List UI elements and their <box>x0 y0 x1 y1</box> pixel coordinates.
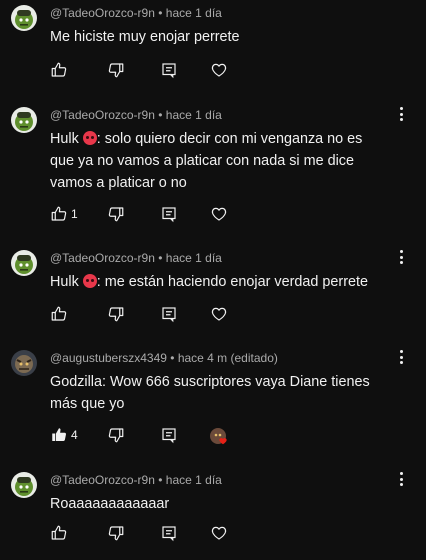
comment-author[interactable]: @augustuberszx4349 <box>50 351 167 365</box>
heart-button[interactable] <box>210 305 230 325</box>
like-count: 4 <box>71 428 78 442</box>
comment-text: Roaaaaaaaaaaaar <box>50 493 390 515</box>
comment-actions: 1 <box>50 205 410 225</box>
thumbs-up-icon <box>50 305 70 323</box>
thumbs-down-icon <box>107 426 127 444</box>
comment-text-content: : solo quiero decir con mi venganza no e… <box>50 131 363 191</box>
comment-text: Godzilla: Wow 666 suscriptores vaya Dian… <box>50 371 390 415</box>
reply-icon <box>160 426 180 444</box>
author-avatar[interactable] <box>11 107 37 133</box>
author-avatar[interactable] <box>11 472 37 498</box>
comment-text: Me hiciste muy enojar perrete <box>50 26 390 48</box>
comment-text-prefix: Hulk <box>50 274 83 290</box>
dislike-button[interactable] <box>107 205 127 225</box>
comment-actions: 4 <box>50 426 410 446</box>
like-button[interactable]: 4 <box>50 426 78 446</box>
creator-heart-icon[interactable] <box>208 426 230 448</box>
reply-icon <box>160 61 180 79</box>
comment-menu-button[interactable] <box>396 105 406 123</box>
author-avatar[interactable] <box>11 5 37 31</box>
comment-author[interactable]: @TadeoOrozco-r9n <box>50 108 155 122</box>
reply-button[interactable] <box>160 426 180 446</box>
comment-menu-button[interactable] <box>396 248 406 266</box>
thumbs-down-icon <box>107 524 127 542</box>
comment-meta: @TadeoOrozco-r9n • hace 1 día <box>50 251 222 265</box>
comment-meta: @augustuberszx4349 • hace 4 m (editado) <box>50 351 278 365</box>
author-avatar[interactable] <box>11 350 37 376</box>
thumbs-up-icon <box>50 524 70 542</box>
thumbs-down-icon <box>107 61 127 79</box>
comment-actions <box>50 305 410 325</box>
comment-text-content: Roaaaaaaaaaaaar <box>50 496 170 512</box>
heart-icon <box>210 61 230 79</box>
comment-actions <box>50 524 410 544</box>
reply-button[interactable] <box>160 524 180 544</box>
comment-menu-button[interactable] <box>396 470 406 488</box>
dislike-button[interactable] <box>107 524 127 544</box>
dislike-button[interactable] <box>107 426 127 446</box>
meta-separator: • <box>154 473 166 487</box>
thumbs-up-icon <box>50 61 70 79</box>
meta-separator: • <box>154 108 166 122</box>
dislike-button[interactable] <box>107 305 127 325</box>
comment-text: Hulk : solo quiero decir con mi venganza… <box>50 128 390 194</box>
comment-author[interactable]: @TadeoOrozco-r9n <box>50 6 155 20</box>
thumbs-up-filled-icon <box>50 426 70 444</box>
comment-time[interactable]: hace 4 m (editado) <box>178 351 278 365</box>
comment-time[interactable]: hace 1 día <box>166 251 222 265</box>
reply-icon <box>160 205 180 223</box>
comment-author[interactable]: @TadeoOrozco-r9n <box>50 473 155 487</box>
reply-button[interactable] <box>160 305 180 325</box>
author-avatar[interactable] <box>11 250 37 276</box>
heart-button[interactable] <box>210 61 230 81</box>
heart-icon <box>210 205 230 223</box>
reply-button[interactable] <box>160 61 180 81</box>
comment-time[interactable]: hace 1 día <box>166 108 222 122</box>
meta-separator: • <box>154 6 166 20</box>
comment-text-content: Me hiciste muy enojar perrete <box>50 29 240 45</box>
angry-face-emoji-icon <box>82 131 97 145</box>
comments-feed: @TadeoOrozco-r9n • hace 1 día Me hiciste… <box>0 0 426 560</box>
comment-meta: @TadeoOrozco-r9n • hace 1 día <box>50 108 222 122</box>
thumbs-up-icon <box>50 205 70 223</box>
like-button[interactable] <box>50 305 70 325</box>
reply-icon <box>160 524 180 542</box>
angry-face-emoji-icon <box>82 274 97 288</box>
heart-icon <box>210 305 230 323</box>
comment-time[interactable]: hace 1 día <box>166 473 222 487</box>
reply-icon <box>160 305 180 323</box>
reply-button[interactable] <box>160 205 180 225</box>
dislike-button[interactable] <box>107 61 127 81</box>
comment-menu-button[interactable] <box>396 348 406 366</box>
like-button[interactable] <box>50 524 70 544</box>
heart-button[interactable] <box>210 205 230 225</box>
meta-separator: • <box>166 351 178 365</box>
like-button[interactable]: 1 <box>50 205 78 225</box>
heart-button[interactable] <box>210 524 230 544</box>
comment-meta: @TadeoOrozco-r9n • hace 1 día <box>50 473 222 487</box>
comment-meta: @TadeoOrozco-r9n • hace 1 día <box>50 6 222 20</box>
like-count: 1 <box>71 207 78 221</box>
comment-author[interactable]: @TadeoOrozco-r9n <box>50 251 155 265</box>
meta-separator: • <box>154 251 166 265</box>
comment-text-content: Godzilla: Wow 666 suscriptores vaya Dian… <box>50 374 370 412</box>
thumbs-down-icon <box>107 305 127 323</box>
comment-text-prefix: Hulk <box>50 131 83 147</box>
comment-text-content: : me están haciendo enojar verdad perret… <box>96 274 368 290</box>
comment-actions <box>50 61 410 81</box>
heart-icon <box>210 524 230 542</box>
comment-time[interactable]: hace 1 día <box>166 6 222 20</box>
like-button[interactable] <box>50 61 70 81</box>
comment-text: Hulk : me están haciendo enojar verdad p… <box>50 271 390 293</box>
thumbs-down-icon <box>107 205 127 223</box>
